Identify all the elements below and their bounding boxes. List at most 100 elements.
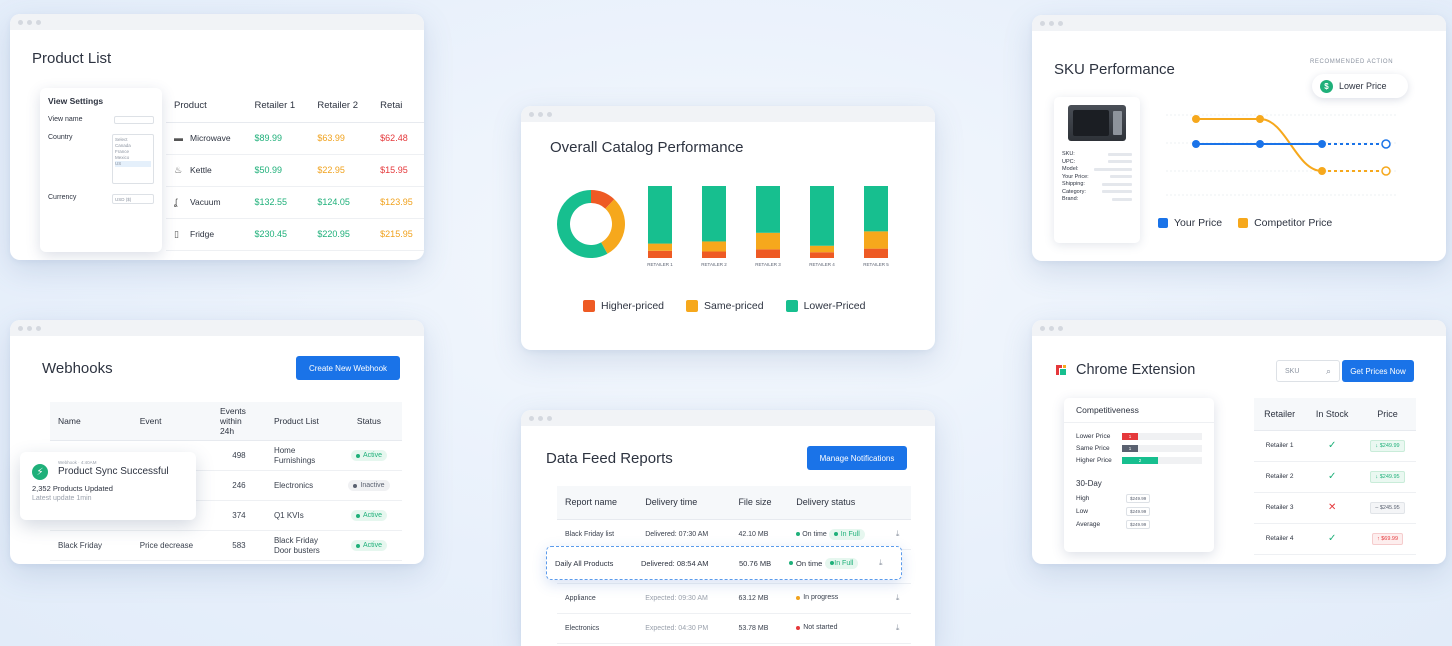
status-badge: Active — [350, 510, 387, 521]
retailer-name: Retailer 2 — [1254, 461, 1306, 493]
download-icon[interactable]: ⤓ — [896, 529, 900, 538]
sku-placeholder: SKU — [1285, 367, 1300, 375]
legend-label: Same-priced — [704, 300, 764, 312]
col-event[interactable]: Event — [131, 402, 212, 441]
table-row[interactable]: ʆ Vacuum $132.55 $124.05 $123.95 — [166, 186, 424, 219]
price-cell: $123.95 — [372, 186, 424, 219]
bar-segment — [756, 249, 780, 258]
bar-label: RETAILER 3 — [755, 262, 781, 267]
price-chip: ↓ $249.99 — [1370, 439, 1405, 452]
table-row[interactable]: Retailer 3 ✕ – $245.95 — [1254, 492, 1416, 524]
col-status[interactable]: Status — [335, 402, 402, 441]
sku-legend: Your Price Competitor Price — [1158, 217, 1332, 229]
webhook-count: 583 — [211, 530, 266, 561]
col-product-list[interactable]: Product List — [265, 402, 336, 441]
chart-legend: Higher-priced Same-priced Lower-Priced — [583, 300, 865, 312]
country-label: Country — [48, 134, 73, 141]
bar-segment — [864, 186, 888, 232]
price-cell: $215.95 — [372, 218, 424, 251]
product-name: Fridge — [190, 228, 215, 239]
price-cell: $50.99 — [246, 154, 310, 187]
sku-field: Your Price: — [1062, 173, 1089, 180]
window-titlebar — [1032, 320, 1446, 336]
search-icon: ⌕ — [1325, 365, 1331, 376]
col-delivery-status[interactable]: Delivery status — [788, 486, 911, 520]
col-price[interactable]: Price — [1359, 398, 1416, 431]
legend-label: Lower-Priced — [803, 300, 866, 312]
table-row[interactable]: ▬ Microwave $89.99 $63.99 $62.48 — [166, 122, 424, 155]
download-icon[interactable]: ⤓ — [879, 558, 883, 568]
legend-label: Your Price — [1174, 217, 1223, 229]
status-infull: In Full — [828, 528, 865, 540]
get-prices-button[interactable]: Get Prices Now — [1342, 360, 1414, 382]
currency-select[interactable]: USD ($) — [112, 194, 154, 204]
sku-title: SKU Performance — [1054, 61, 1175, 78]
retailer-name: Retailer 3 — [1254, 492, 1306, 524]
table-row[interactable]: Retailer 4 ✓ ↑ $69.99 — [1254, 523, 1416, 555]
sku-field: UPC: — [1062, 158, 1076, 165]
col-product[interactable]: Product — [166, 90, 247, 123]
competitiveness-card: Competitiveness Lower Price 1 Same Price… — [1064, 398, 1214, 552]
webhook-count: 498 — [211, 440, 266, 471]
create-webhook-button[interactable]: Create New Webhook — [296, 356, 400, 380]
price-chip: ↑ $69.99 — [1371, 532, 1404, 545]
status-ontime: On time — [796, 531, 827, 538]
col-report-name[interactable]: Report name — [557, 486, 638, 520]
price-cell: $230.45 — [246, 218, 310, 251]
col-in-stock[interactable]: In Stock — [1305, 398, 1360, 431]
bar-segment — [810, 245, 834, 253]
day30-value: $249.99 — [1126, 507, 1151, 516]
report-name: Appliance — [557, 583, 638, 614]
col-file-size[interactable]: File size — [730, 486, 789, 520]
col-retailer-2[interactable]: Retailer 2 — [309, 90, 373, 123]
datafeed-title: Data Feed Reports — [546, 450, 673, 467]
col-retailer[interactable]: Retailer — [1254, 398, 1306, 431]
webhook-name: Black Friday — [50, 530, 132, 561]
day30-value: $249.99 — [1126, 494, 1151, 503]
sku-performance-window: SKU Performance RECOMMENDED ACTION $ Low… — [1032, 15, 1446, 261]
comp-bar: 2 — [1122, 456, 1158, 464]
col-name[interactable]: Name — [50, 402, 132, 441]
retailer-table: Retailer In Stock Price Retailer 1 ✓ ↓ $… — [1254, 398, 1416, 555]
file-size: 50.76 MB — [739, 558, 772, 568]
sync-toast[interactable]: ⚡ Webhook · 4:40AM Product Sync Successf… — [20, 452, 196, 520]
table-row[interactable]: Black Friday Price decrease 583 Black Fr… — [50, 530, 402, 561]
country-select[interactable]: Select Canada France Mexico US — [112, 134, 154, 184]
table-row[interactable]: Appliance Expected: 09:30 AM 63.12 MB In… — [557, 583, 911, 614]
webhook-event: Price decrease — [131, 530, 212, 561]
status-badge: Active — [350, 450, 387, 461]
product-list-window: Product List Product Retailer 1 Retailer… — [10, 14, 424, 260]
webhook-list: Black Friday Door busters — [265, 530, 336, 561]
report-name: Electronics — [557, 613, 638, 644]
webhooks-title: Webhooks — [42, 360, 113, 377]
col-retailer-3[interactable]: Retai — [372, 90, 424, 123]
microwave-icon: ▬ — [174, 133, 183, 143]
sku-field: Brand: — [1062, 196, 1079, 202]
chrome-extension-window: Chrome Extension SKU ⌕ Get Prices Now Co… — [1032, 320, 1446, 564]
table-row[interactable]: ▯ Fridge $230.45 $220.95 $215.95 — [166, 218, 424, 251]
sku-search-input[interactable]: SKU ⌕ — [1276, 360, 1340, 382]
col-events-24h[interactable]: Events within 24h — [211, 402, 266, 441]
comp-bar: 1 — [1122, 432, 1138, 440]
manage-notifications-button[interactable]: Manage Notifications — [807, 446, 907, 470]
sku-field: SKU: — [1062, 151, 1075, 157]
delivery-time: Expected: 04:30 PM — [637, 613, 731, 644]
toast-line1: 2,352 Products Updated — [32, 484, 113, 493]
download-icon[interactable]: ⤓ — [896, 593, 900, 602]
bar-segment — [864, 248, 888, 258]
table-row[interactable]: Black Friday list Delivered: 07:30 AM 42… — [557, 519, 911, 550]
table-row[interactable]: ♨ Kettle $50.99 $22.95 $15.95 — [166, 154, 424, 187]
window-titlebar — [10, 320, 424, 336]
table-row[interactable]: Retailer 1 ✓ ↓ $249.99 — [1254, 430, 1416, 462]
col-retailer-1[interactable]: Retailer 1 — [246, 90, 310, 123]
highlighted-report-row[interactable]: Daily All Products Delivered: 08:54 AM 5… — [546, 546, 902, 580]
lower-price-button[interactable]: $ Lower Price — [1312, 74, 1408, 98]
col-delivery-time[interactable]: Delivery time — [637, 486, 731, 520]
table-row[interactable]: Retailer 2 ✓ ↓ $249.95 — [1254, 461, 1416, 493]
view-name-input[interactable] — [114, 116, 154, 124]
bar-segment — [810, 186, 834, 246]
file-size: 53.78 MB — [730, 613, 789, 644]
status-badge: Active — [350, 540, 387, 551]
table-row[interactable]: Electronics Expected: 04:30 PM 53.78 MB … — [557, 613, 911, 644]
download-icon[interactable]: ⤓ — [896, 623, 900, 632]
